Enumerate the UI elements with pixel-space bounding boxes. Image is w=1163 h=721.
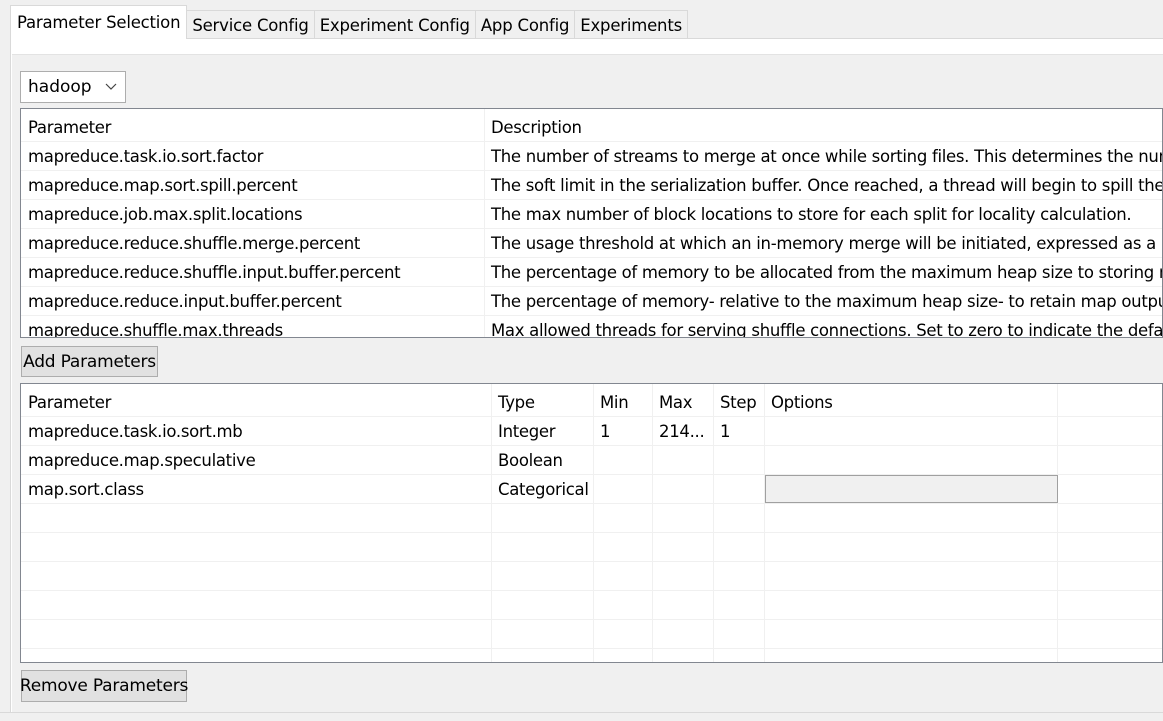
table-row[interactable]: mapreduce.map.speculative Boolean	[21, 446, 1162, 475]
tab-experiments[interactable]: Experiments	[574, 10, 688, 39]
tab-parameter-selection[interactable]: Parameter Selection	[10, 5, 188, 39]
description-cell: The max number of block locations to sto…	[491, 205, 1132, 224]
empty-table-row[interactable]	[21, 533, 1162, 562]
empty-table-row[interactable]	[21, 649, 1162, 662]
description-cell: Max allowed threads for serving shuffle …	[491, 321, 1163, 338]
empty-table-row[interactable]	[21, 620, 1162, 649]
parameter-name-cell: mapreduce.task.io.sort.factor	[28, 147, 264, 166]
parameter-name-cell: mapreduce.reduce.input.buffer.percent	[28, 292, 342, 311]
header-options[interactable]: Options	[764, 388, 1057, 417]
service-select-value: hadoop	[28, 77, 92, 97]
header-max[interactable]: Max	[652, 388, 713, 417]
table-row[interactable]: mapreduce.map.sort.spill.percent The soft…	[21, 171, 1163, 200]
table-row[interactable]: mapreduce.shuffle.max.threads Max allowed…	[21, 316, 1163, 338]
parameter-name-cell: mapreduce.reduce.shuffle.input.buffer.pe…	[28, 263, 401, 282]
parameter-name-cell: map.sort.class	[28, 480, 144, 499]
header-min[interactable]: Min	[593, 388, 652, 417]
table-row[interactable]: mapreduce.job.max.split.locations The max…	[21, 200, 1162, 229]
remove-parameters-button[interactable]: Remove Parameters	[20, 670, 188, 702]
selected-parameters-table[interactable]: Parameter Type Min Max Step Options mapr…	[20, 383, 1163, 663]
service-select[interactable]: hadoop	[20, 71, 126, 103]
description-cell: The soft limit in the serialization buff…	[491, 176, 1163, 195]
empty-table-row[interactable]	[21, 504, 1162, 533]
parameter-name-cell: mapreduce.job.max.split.locations	[28, 205, 303, 224]
parameter-name-cell: mapreduce.shuffle.max.threads	[28, 321, 283, 338]
tab-app-config[interactable]: App Config	[474, 10, 576, 39]
table-row[interactable]: mapreduce.reduce.shuffle.merge.percent Th…	[21, 229, 1163, 258]
max-cell[interactable]	[652, 475, 713, 504]
step-cell[interactable]	[713, 475, 764, 504]
chevron-down-icon	[105, 83, 117, 90]
options-cell[interactable]	[764, 446, 1057, 475]
table-row[interactable]: mapreduce.task.io.sort.mb Integer 1 214... 1	[21, 417, 1162, 446]
options-input[interactable]	[765, 475, 1058, 503]
step-cell[interactable]: 1	[713, 417, 764, 446]
max-cell[interactable]: 214...	[652, 417, 713, 446]
header-parameter[interactable]: Parameter	[21, 388, 491, 417]
table-header: Parameter Type Min Max Step Options	[21, 388, 1162, 417]
empty-table-row[interactable]	[21, 562, 1162, 591]
parameter-name-cell: mapreduce.task.io.sort.mb	[28, 422, 243, 441]
parameter-name-cell: mapreduce.reduce.shuffle.merge.percent	[28, 234, 361, 253]
tab-experiment-config[interactable]: Experiment Config	[313, 10, 476, 39]
type-cell: Boolean	[498, 451, 563, 470]
type-cell: Categorical	[498, 480, 589, 499]
description-cell: The percentage of memory to be allocated…	[491, 263, 1163, 282]
max-cell[interactable]	[652, 446, 713, 475]
header-parameter[interactable]: Parameter	[21, 113, 484, 142]
table-header: Parameter Description	[21, 113, 1162, 142]
description-cell: The percentage of memory- relative to th…	[491, 292, 1163, 311]
min-cell[interactable]: 1	[593, 417, 652, 446]
type-cell: Integer	[498, 422, 556, 441]
min-cell[interactable]	[593, 446, 652, 475]
description-cell: The number of streams to merge at once w…	[491, 147, 1163, 166]
options-cell[interactable]	[764, 417, 1057, 446]
table-row[interactable]: mapreduce.task.io.sort.factor The number …	[21, 142, 1163, 171]
header-description[interactable]: Description	[484, 113, 1162, 142]
tab-service-config[interactable]: Service Config	[186, 10, 315, 39]
available-parameters-table[interactable]: Parameter Description mapreduce.task.io.…	[20, 108, 1163, 338]
add-parameters-button[interactable]: Add Parameters	[21, 346, 158, 377]
window-bottom-border	[0, 712, 1163, 713]
step-cell[interactable]	[713, 446, 764, 475]
header-step[interactable]: Step	[713, 388, 764, 417]
empty-table-row[interactable]	[21, 591, 1162, 620]
parameter-name-cell: mapreduce.map.sort.spill.percent	[28, 176, 298, 195]
parameter-name-cell: mapreduce.map.speculative	[28, 451, 256, 470]
min-cell[interactable]	[593, 475, 652, 504]
table-row[interactable]: mapreduce.reduce.input.buffer.percent The…	[21, 287, 1163, 316]
table-row[interactable]: mapreduce.reduce.shuffle.input.buffer.pe…	[21, 258, 1163, 287]
description-cell: The usage threshold at which an in-memor…	[491, 234, 1163, 253]
tab-bar: Parameter Selection Service Config Exper…	[10, 5, 688, 39]
header-type[interactable]: Type	[491, 388, 593, 417]
